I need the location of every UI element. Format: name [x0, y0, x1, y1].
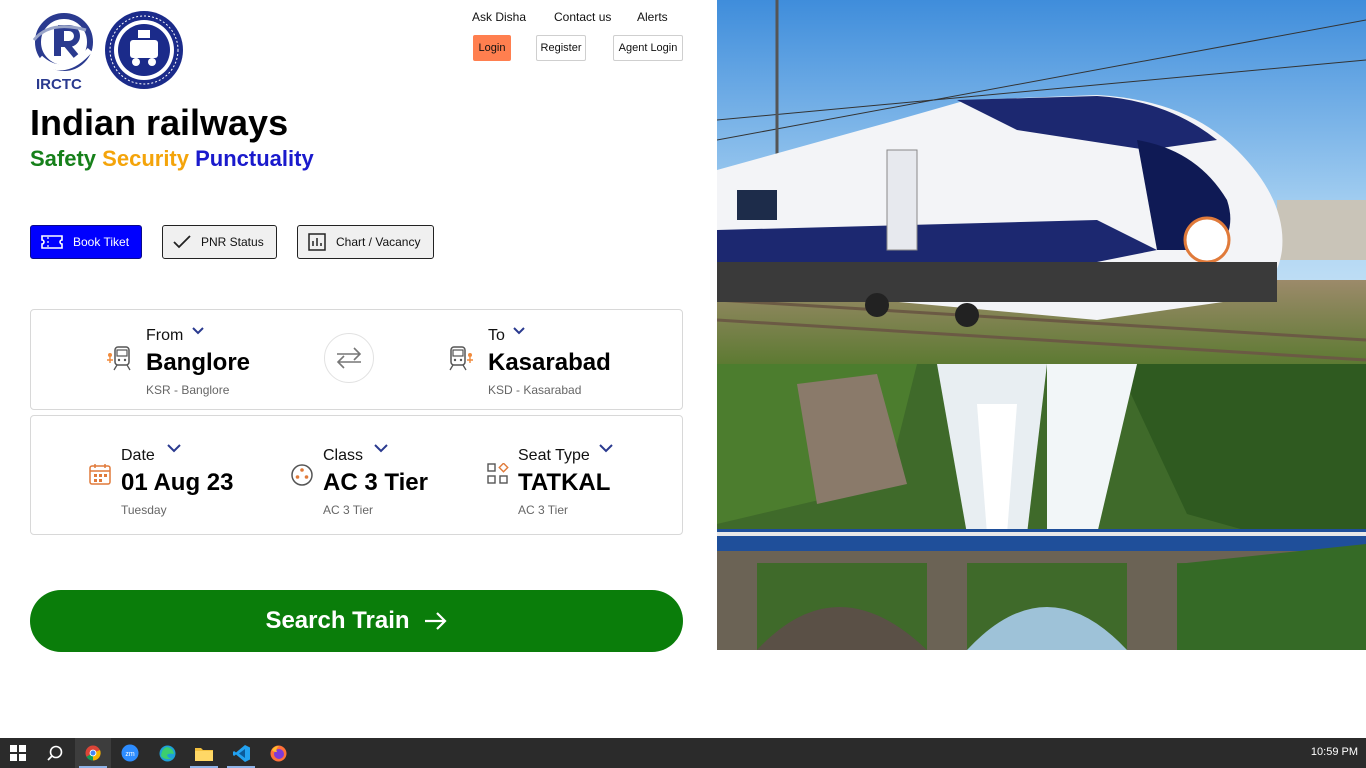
edge-icon: [159, 745, 175, 761]
login-button[interactable]: Login: [473, 35, 511, 61]
date-label: Date: [121, 447, 155, 464]
tab-chart-label: Chart / Vacancy: [336, 235, 421, 249]
chevron-down-icon[interactable]: [167, 444, 181, 453]
seat-type-sub: AC 3 Tier: [518, 503, 569, 517]
grid-icon: [487, 463, 509, 484]
tagline-punctuality: Punctuality: [195, 146, 314, 171]
taskbar-zoom[interactable]: zm: [112, 738, 148, 768]
irctc-logo-text: IRCTC: [36, 76, 82, 93]
swap-stations-button[interactable]: [324, 333, 374, 383]
class-label: Class: [323, 447, 364, 464]
date-field[interactable]: Date 01 Aug 23 Tuesday: [89, 444, 271, 527]
search-train-label: Search Train: [265, 607, 410, 634]
taskbar-search-button[interactable]: [37, 738, 73, 768]
route-card: From Banglore KSR - Banglore To Kasaraba…: [30, 309, 683, 410]
auth-buttons: Login Register Agent Login: [473, 35, 685, 61]
alerts-link[interactable]: Alerts: [637, 10, 668, 24]
class-field[interactable]: Class AC 3 Tier AC 3 Tier: [291, 444, 473, 527]
seat-class-icon: [291, 464, 313, 486]
taskbar-edge[interactable]: [149, 738, 185, 768]
calendar-icon: [89, 464, 111, 485]
to-station-code: KSD - Kasarabad: [488, 383, 582, 397]
class-value: AC 3 Tier: [323, 469, 428, 496]
from-label: From: [146, 327, 184, 344]
tagline-safety: Safety: [30, 146, 97, 171]
windows-logo-icon: [10, 745, 26, 761]
start-button[interactable]: [0, 738, 36, 768]
tagline: Safety Security Punctuality: [30, 146, 314, 172]
taskbar-vscode[interactable]: [223, 738, 259, 768]
tab-pnr-status[interactable]: PNR Status: [162, 225, 277, 259]
zoom-icon: zm: [121, 744, 139, 762]
date-weekday: Tuesday: [121, 503, 167, 517]
tab-book-label: Book Tiket: [73, 235, 130, 249]
tagline-security: Security: [102, 146, 189, 171]
chevron-down-icon[interactable]: [374, 444, 388, 453]
tab-chart-vacancy[interactable]: Chart / Vacancy: [297, 225, 434, 259]
irctc-logo[interactable]: IRCTC: [30, 10, 98, 93]
top-nav: Ask Disha Contact us Alerts: [472, 10, 684, 30]
ask-disha-link[interactable]: Ask Disha: [472, 10, 526, 24]
windows-taskbar: zm 10:59 PM: [0, 738, 1366, 768]
date-value: 01 Aug 23: [121, 469, 234, 496]
swap-icon: [336, 347, 362, 369]
agent-login-button[interactable]: Agent Login: [613, 35, 683, 61]
svg-text:zm: zm: [125, 751, 135, 758]
taskbar-file-explorer[interactable]: [186, 738, 222, 768]
from-value: Banglore: [146, 349, 251, 376]
tab-pnr-label: PNR Status: [201, 235, 264, 249]
taskbar-clock[interactable]: 10:59 PM: [1311, 746, 1358, 758]
irctc-page: IRCTC Ask Disha Contact us Alerts Login …: [0, 0, 1366, 738]
chart-icon: [308, 233, 326, 251]
from-field[interactable]: From Banglore KSR - Banglore: [107, 327, 316, 407]
seat-type-label: Seat Type: [518, 447, 590, 464]
search-train-button[interactable]: Search Train: [30, 590, 683, 652]
train-icon: [449, 346, 473, 371]
hero-waterfall-image: [717, 364, 1366, 650]
taskbar-chrome[interactable]: [75, 738, 111, 768]
booking-tabs: Book Tiket PNR Status Chart / Vacancy: [30, 225, 434, 259]
chevron-down-icon[interactable]: [192, 327, 204, 335]
ticket-icon: [41, 235, 63, 249]
firefox-icon: [270, 745, 286, 761]
class-sub: AC 3 Tier: [323, 503, 374, 517]
chrome-icon: [85, 745, 101, 761]
check-icon: [173, 235, 191, 249]
indian-railways-logo[interactable]: [104, 10, 184, 92]
arrow-right-icon: [424, 612, 447, 630]
logo-group: IRCTC: [30, 10, 184, 93]
register-button[interactable]: Register: [536, 35, 586, 61]
to-field[interactable]: To Kasarabad KSD - Kasarabad: [449, 327, 668, 407]
taskbar-firefox[interactable]: [260, 738, 296, 768]
from-station-code: KSR - Banglore: [146, 383, 230, 397]
vscode-icon: [232, 744, 250, 762]
page-title: Indian railways: [30, 102, 289, 143]
seat-type-field[interactable]: Seat Type TATKAL AC 3 Tier: [487, 444, 668, 527]
chevron-down-icon[interactable]: [599, 444, 613, 453]
to-label: To: [488, 327, 505, 344]
tab-book-ticket[interactable]: Book Tiket: [30, 225, 142, 259]
train-icon: [107, 346, 131, 371]
journey-details-card: Date 01 Aug 23 Tuesday Class AC 3 Tier A…: [30, 415, 683, 535]
chevron-down-icon[interactable]: [513, 327, 525, 335]
folder-icon: [195, 747, 213, 761]
search-icon: [47, 745, 63, 761]
to-value: Kasarabad: [488, 349, 611, 376]
contact-us-link[interactable]: Contact us: [554, 10, 611, 24]
hero-train-image: [717, 0, 1366, 364]
seat-type-value: TATKAL: [518, 469, 611, 496]
